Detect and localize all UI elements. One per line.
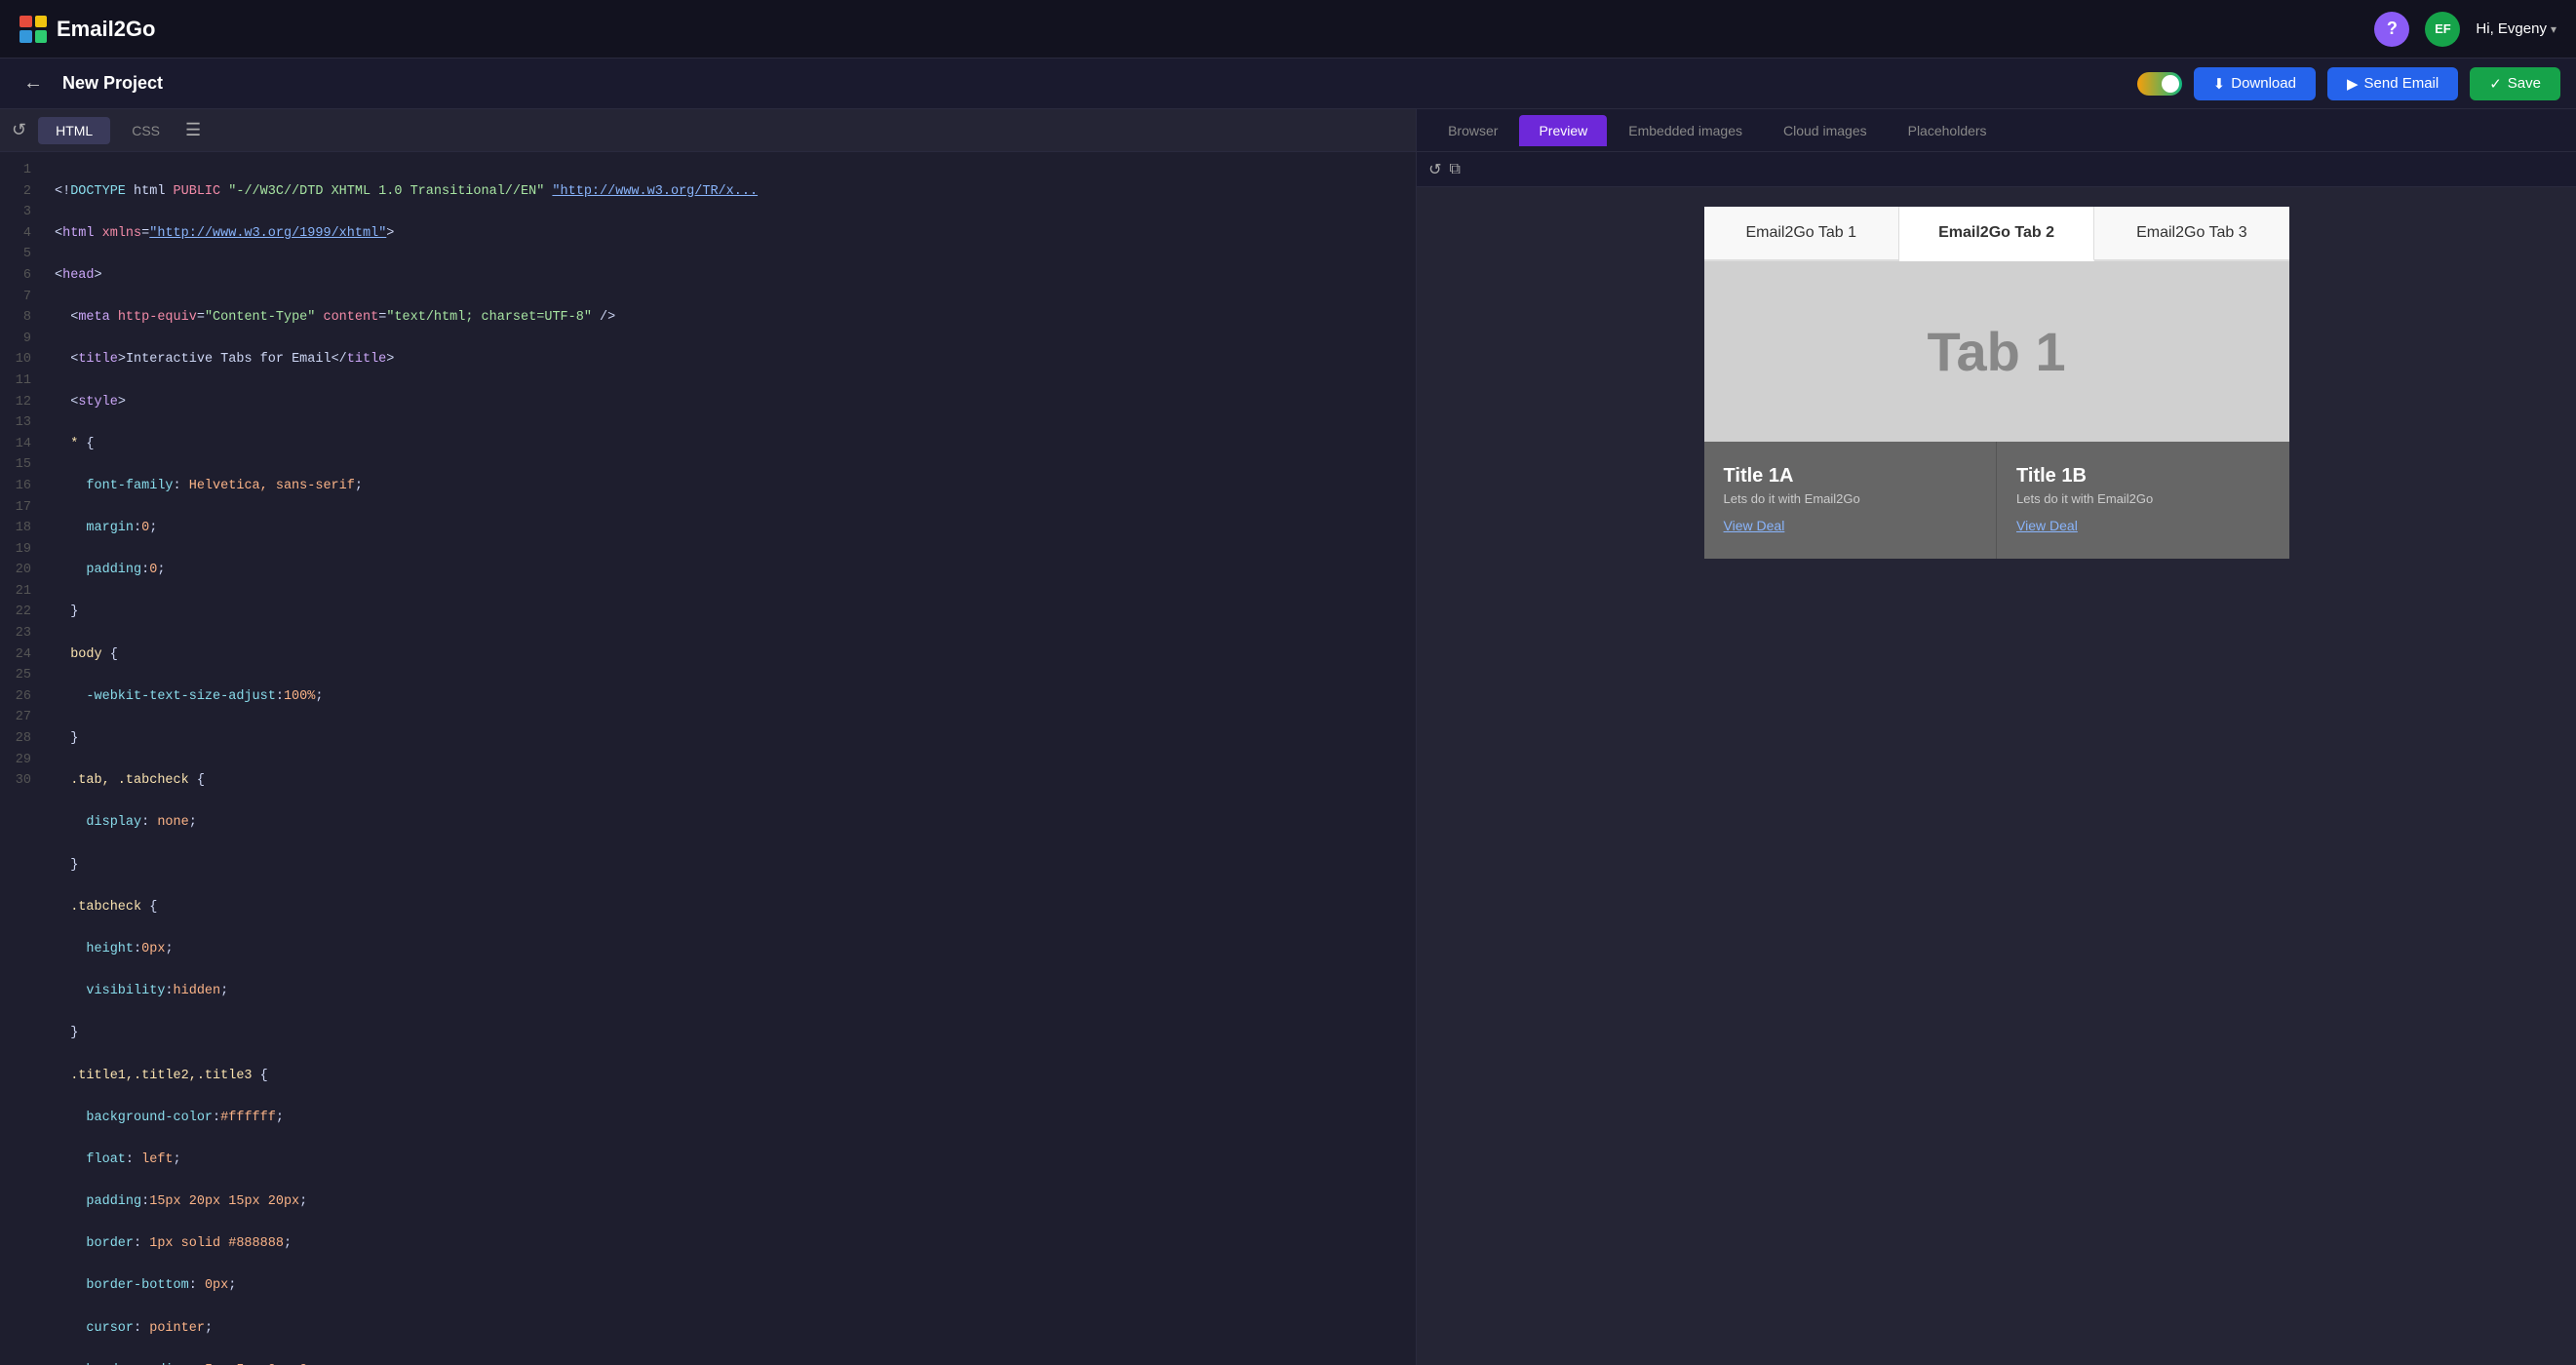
- email-tab-2[interactable]: Email2Go Tab 2: [1899, 207, 2094, 261]
- tab-css[interactable]: CSS: [114, 117, 177, 144]
- email-container: Email2Go Tab 1 Email2Go Tab 2 Email2Go T…: [1704, 207, 2289, 559]
- preview-open-button[interactable]: ⧉: [1450, 161, 1461, 178]
- tab-preview[interactable]: Preview: [1519, 115, 1607, 146]
- theme-toggle[interactable]: [2137, 72, 2182, 96]
- email-tab-3[interactable]: Email2Go Tab 3: [2094, 207, 2288, 259]
- preview-tabs: Browser Preview Embedded images Cloud im…: [1417, 109, 2576, 152]
- email-tabs-header: Email2Go Tab 1 Email2Go Tab 2 Email2Go T…: [1704, 207, 2289, 261]
- code-panel: ↺ HTML CSS ☰ 12345 678910 1112131415 161…: [0, 109, 1417, 1365]
- line-numbers: 12345 678910 1112131415 1617181920 21222…: [0, 152, 43, 1365]
- tab-browser[interactable]: Browser: [1428, 115, 1517, 146]
- preview-refresh-button[interactable]: ↺: [1428, 160, 1441, 179]
- email-preview: Email2Go Tab 1 Email2Go Tab 2 Email2Go T…: [1417, 187, 2576, 1365]
- tab-content-label: Tab 1: [1724, 320, 2270, 383]
- logo-icon: [20, 16, 47, 43]
- tab-content-area: Tab 1: [1704, 261, 2289, 442]
- tab-html[interactable]: HTML: [38, 117, 110, 144]
- code-editor[interactable]: 12345 678910 1112131415 1617181920 21222…: [0, 152, 1416, 1365]
- filter-button[interactable]: ☰: [185, 120, 201, 140]
- avatar[interactable]: EF: [2425, 12, 2460, 47]
- project-title: New Project: [62, 73, 163, 94]
- card-sub-1b: Lets do it with Email2Go: [2016, 491, 2270, 506]
- email-card-1b: Title 1B Lets do it with Email2Go View D…: [1996, 442, 2289, 559]
- send-icon: ▶: [2347, 75, 2359, 93]
- download-button[interactable]: ⬇ Download: [2194, 67, 2316, 100]
- download-icon: ⬇: [2213, 75, 2226, 93]
- preview-panel: Browser Preview Embedded images Cloud im…: [1417, 109, 2576, 1365]
- send-email-label: Send Email: [2364, 75, 2439, 92]
- editor-area: ↺ HTML CSS ☰ 12345 678910 1112131415 161…: [0, 109, 2576, 1365]
- download-label: Download: [2231, 75, 2296, 92]
- card-sub-1a: Lets do it with Email2Go: [1724, 491, 1977, 506]
- card-link-1a[interactable]: View Deal: [1724, 518, 1785, 533]
- code-tabs: ↺ HTML CSS ☰: [0, 109, 1416, 152]
- save-button[interactable]: ✓ Save: [2470, 67, 2560, 100]
- toolbar: ← New Project ⬇ Download ▶ Send Email ✓ …: [0, 58, 2576, 109]
- help-button[interactable]: ?: [2374, 12, 2409, 47]
- email-cards: Title 1A Lets do it with Email2Go View D…: [1704, 442, 2289, 559]
- user-menu[interactable]: Hi, Evgeny ▾: [2476, 20, 2556, 37]
- card-title-1b: Title 1B: [2016, 465, 2270, 488]
- undo-button[interactable]: ↺: [12, 120, 26, 140]
- save-icon: ✓: [2489, 75, 2502, 93]
- chevron-down-icon: ▾: [2551, 22, 2556, 36]
- tab-cloud[interactable]: Cloud images: [1764, 115, 1887, 146]
- logo: Email2Go: [20, 16, 155, 43]
- back-button[interactable]: ←: [16, 68, 51, 98]
- app-name: Email2Go: [57, 17, 155, 42]
- card-title-1a: Title 1A: [1724, 465, 1977, 488]
- code-content: <!DOCTYPE html PUBLIC "-//W3C//DTD XHTML…: [43, 152, 1416, 1365]
- tab-embedded[interactable]: Embedded images: [1609, 115, 1762, 146]
- email-tab-1[interactable]: Email2Go Tab 1: [1704, 207, 1899, 259]
- card-link-1b[interactable]: View Deal: [2016, 518, 2078, 533]
- tab-placeholders[interactable]: Placeholders: [1889, 115, 2007, 146]
- top-nav: Email2Go ? EF Hi, Evgeny ▾: [0, 0, 2576, 58]
- save-label: Save: [2508, 75, 2541, 92]
- email-card-1a: Title 1A Lets do it with Email2Go View D…: [1704, 442, 1997, 559]
- preview-toolbar: ↺ ⧉: [1417, 152, 2576, 187]
- send-email-button[interactable]: ▶ Send Email: [2327, 67, 2458, 100]
